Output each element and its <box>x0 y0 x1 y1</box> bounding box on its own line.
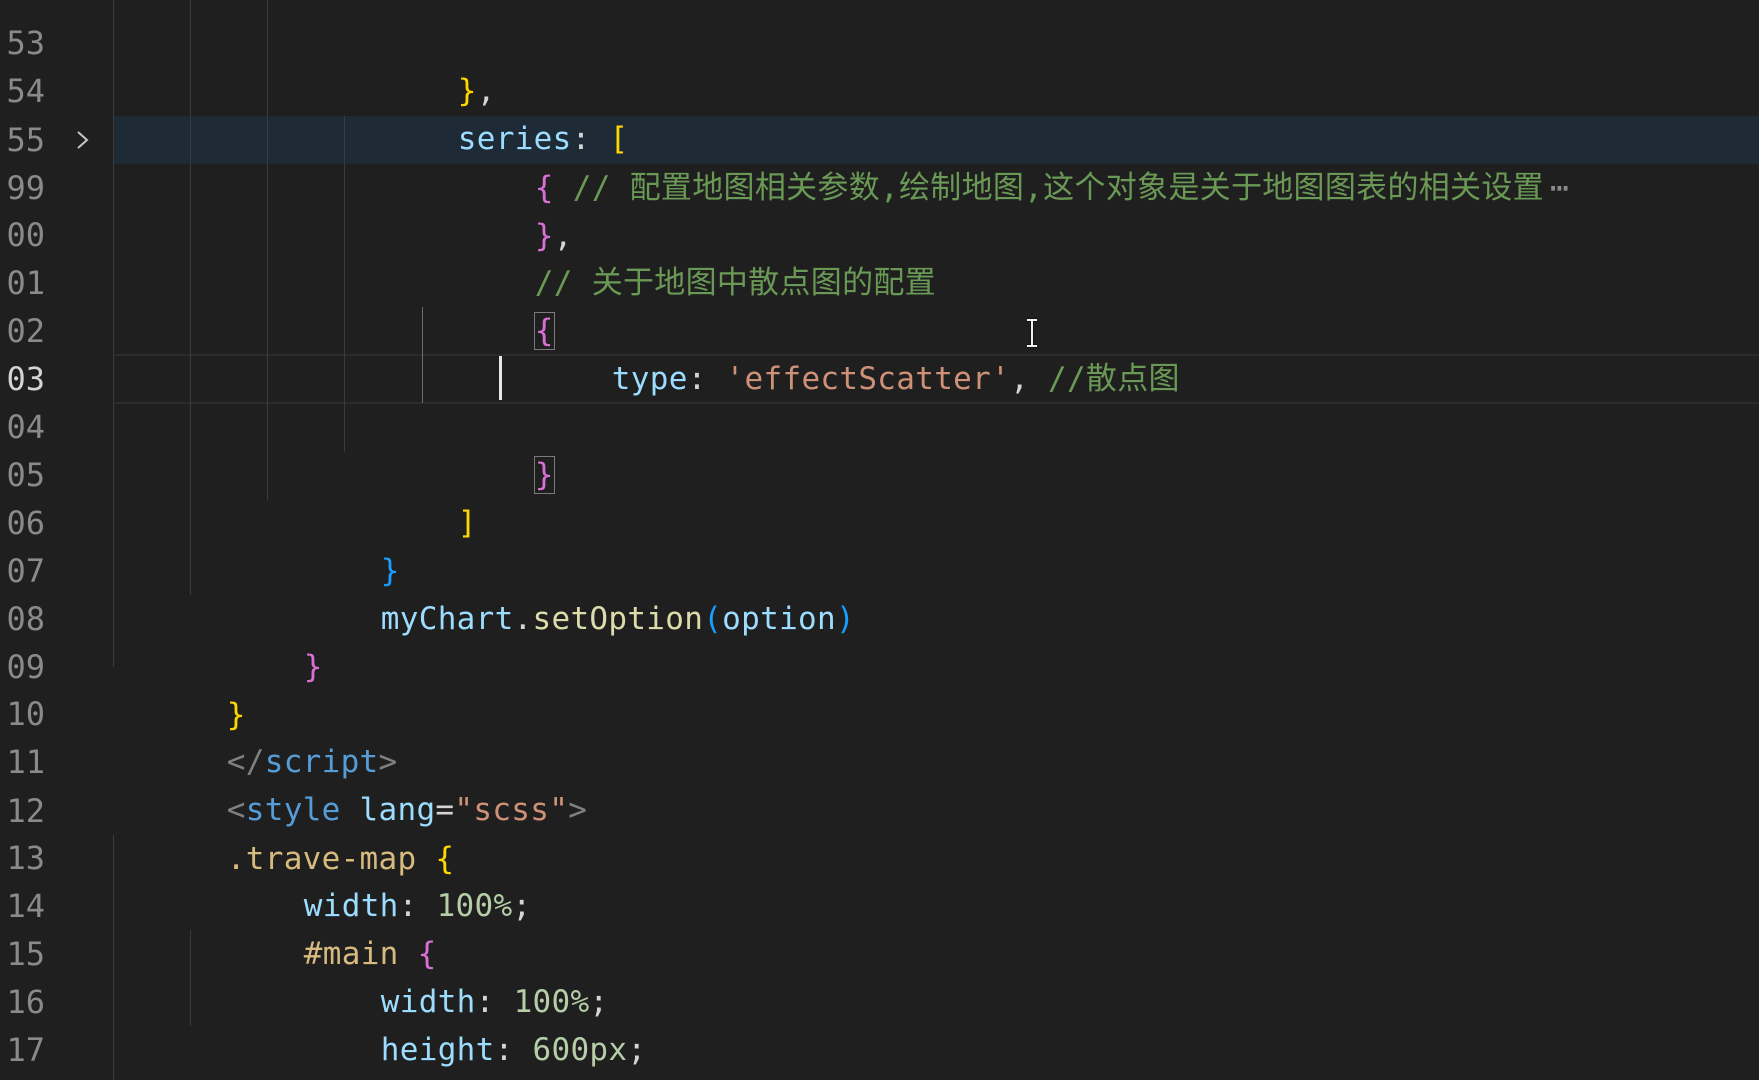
line-number: 04 <box>6 408 45 446</box>
fold-ellipsis[interactable]: ⋯ <box>1550 170 1569 206</box>
bracket: ] <box>457 505 477 541</box>
code-line: width: 100%; <box>267 930 608 1020</box>
line-number: 17 <box>6 1031 45 1069</box>
code-line: myChart.setOption(option) <box>267 547 855 637</box>
line-number: 55 <box>6 121 45 159</box>
code-line: series: [ <box>344 67 629 157</box>
line-number: 16 <box>6 983 45 1021</box>
code-line: }, <box>344 19 496 109</box>
code-line: ] <box>344 451 477 541</box>
fold-toggle[interactable] <box>72 116 96 164</box>
code-line: } <box>190 1026 323 1074</box>
punct: ; <box>512 888 532 924</box>
code-line: } <box>421 403 555 494</box>
function-name: setOption <box>532 601 704 637</box>
paren: ( <box>703 601 723 637</box>
code-line: type: 'effectScatter', //散点图 <box>498 307 1180 397</box>
punct: . <box>513 601 533 637</box>
line-number: 12 <box>6 792 45 830</box>
css-property: height <box>380 1032 495 1068</box>
code-line: </script> <box>113 690 398 780</box>
comment: // 配置地图相关参数,绘制地图,这个对象是关于地图图表的相关设置 <box>553 170 1544 206</box>
text-cursor-icon <box>1025 318 1039 352</box>
code-line: height: 600px; <box>267 978 646 1068</box>
punct: ; <box>627 1032 647 1068</box>
line-number: 08 <box>6 600 45 638</box>
indent-guide <box>113 0 114 667</box>
code-line: <style lang="scss"> <box>113 738 587 828</box>
line-number-gutter[interactable]: 53 54 55 99 00 01 02 03 04 05 06 07 08 0… <box>0 0 100 1080</box>
line-number: 10 <box>6 695 45 733</box>
punct: : <box>687 361 726 397</box>
line-number: 06 <box>6 504 45 542</box>
code-line: // 关于地图中散点图的配置 <box>421 211 936 301</box>
code-line: width: 100%; <box>190 834 531 924</box>
identifier: myChart <box>380 601 514 637</box>
code-line: } <box>113 643 246 733</box>
indent-guide <box>267 0 268 500</box>
line-number: 11 <box>6 743 45 781</box>
attr-value: "scss" <box>454 792 569 828</box>
key: type <box>611 361 688 397</box>
code-line: { <box>421 259 555 350</box>
indent-guide <box>190 0 191 595</box>
punct: : <box>494 1032 533 1068</box>
line-number: 14 <box>6 887 45 925</box>
code-line: } <box>267 499 400 589</box>
comment: // 关于地图中散点图的配置 <box>534 265 936 301</box>
line-number: 15 <box>6 935 45 973</box>
css-value: 600px <box>532 1032 628 1068</box>
code-line: } <box>190 595 323 685</box>
line-number: 05 <box>6 456 45 494</box>
line-number: 09 <box>6 648 45 686</box>
css-value: 100% <box>436 888 513 924</box>
line-number: 01 <box>6 264 45 302</box>
line-number-active: 03 <box>6 360 45 398</box>
text-caret <box>499 356 502 400</box>
code-line: .trave-map { <box>113 787 454 877</box>
tag-punct: > <box>568 792 588 828</box>
line-number: 54 <box>6 72 45 110</box>
code-line-folded: { // 配置地图相关参数,绘制地图,这个对象是关于地图图表的相关设置 ⋯ <box>421 116 1569 206</box>
string: 'effectScatter' <box>725 361 1011 397</box>
line-number: 13 <box>6 839 45 877</box>
paren: ) <box>835 601 855 637</box>
brace-matched: } <box>533 456 555 494</box>
code-line: #main { <box>190 882 437 972</box>
line-number: 02 <box>6 312 45 350</box>
punct: , <box>1010 361 1048 397</box>
line-number: 07 <box>6 552 45 590</box>
line-number: 00 <box>6 216 45 254</box>
line-number: 99 <box>6 169 45 207</box>
comment: //散点图 <box>1048 361 1180 397</box>
code-editor[interactable]: 53 54 55 99 00 01 02 03 04 05 06 07 08 0… <box>0 0 1759 1080</box>
brace: } <box>303 649 323 685</box>
line-number: 53 <box>6 24 45 62</box>
code-line: }, <box>421 164 573 254</box>
identifier: option <box>722 601 836 637</box>
